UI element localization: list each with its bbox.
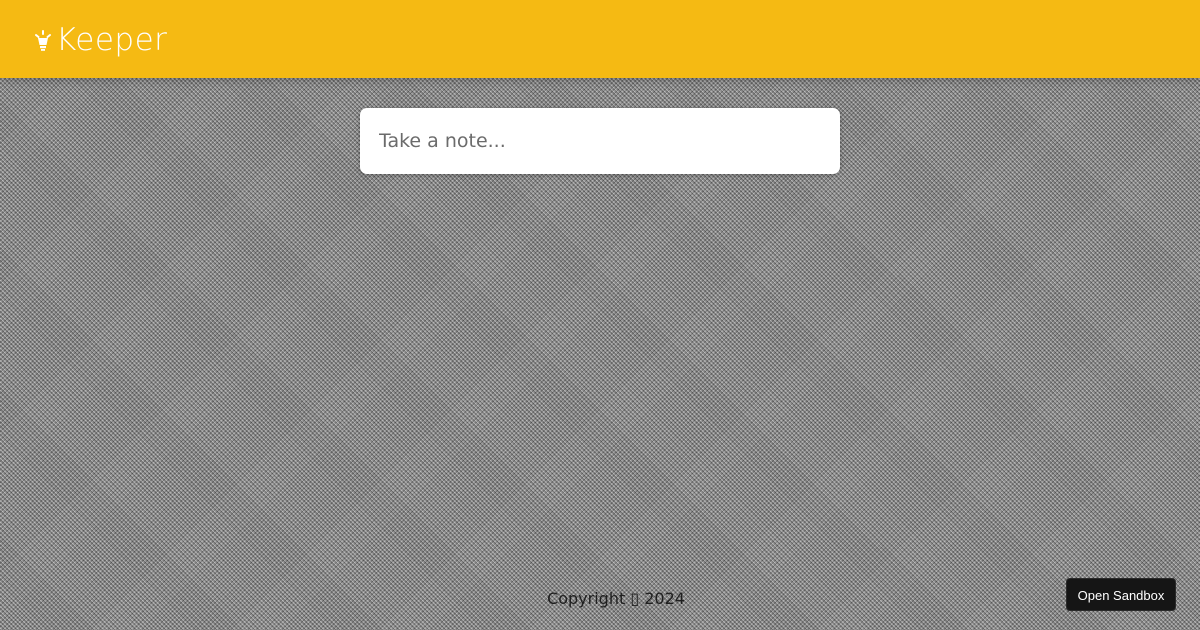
brand: Keeper [34, 20, 167, 60]
footer: Copyright ▯ 2024 [0, 589, 1200, 608]
lightbulb-icon [34, 26, 52, 54]
app-title: Keeper [56, 22, 168, 58]
app-header: Keeper [0, 0, 1200, 78]
copyright-text: Copyright ▯ 2024 [547, 589, 685, 608]
open-sandbox-button[interactable]: Open Sandbox [1066, 578, 1176, 611]
take-note-input[interactable] [360, 108, 840, 174]
create-note-form [360, 108, 840, 174]
